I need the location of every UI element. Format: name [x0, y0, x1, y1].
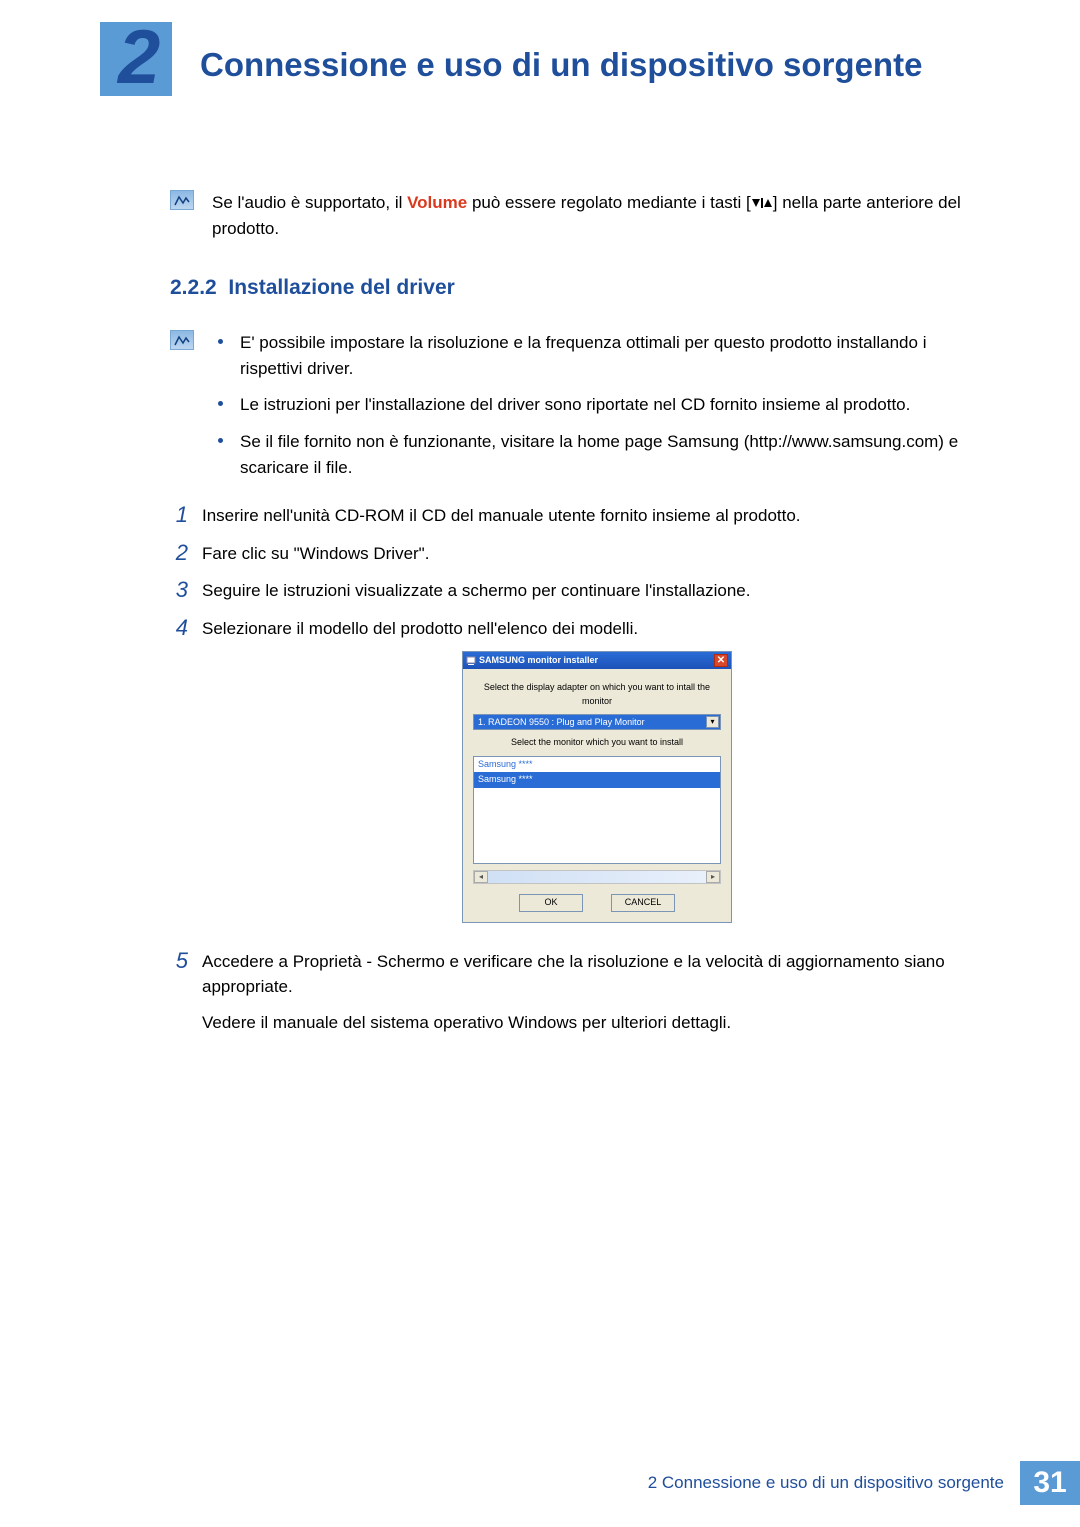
installer-title: SAMSUNG monitor installer	[479, 654, 598, 668]
note-text-mid: può essere regolato mediante i tasti [	[472, 193, 751, 212]
ok-button[interactable]: OK	[519, 894, 583, 912]
bullet-item: Se il file fornito non è funzionante, vi…	[212, 429, 992, 482]
step-number: 4	[170, 616, 188, 937]
step-body: Accedere a Proprietà - Schermo e verific…	[202, 949, 992, 1046]
dialog-buttons: OK CANCEL	[473, 894, 721, 912]
list-item-selected[interactable]: Samsung ****	[474, 772, 720, 788]
step-item: 1 Inserire nell'unità CD-ROM il CD del m…	[170, 503, 992, 529]
installer-screenshot: SAMSUNG monitor installer ✕ Select the d…	[202, 651, 992, 923]
step-number: 5	[170, 949, 188, 1046]
step-text: Inserire nell'unità CD-ROM il CD del man…	[202, 503, 992, 529]
installer-titlebar: SAMSUNG monitor installer ✕	[463, 652, 731, 669]
step-text: Seguire le istruzioni visualizzate a sch…	[202, 578, 992, 604]
installer-dialog: SAMSUNG monitor installer ✕ Select the d…	[462, 651, 732, 923]
steps-list: 1 Inserire nell'unità CD-ROM il CD del m…	[170, 503, 992, 1045]
monitor-list[interactable]: Samsung **** Samsung ****	[473, 756, 721, 864]
chapter-title: Connessione e uso di un dispositivo sorg…	[200, 46, 922, 84]
list-item[interactable]: Samsung ****	[474, 757, 720, 773]
scroll-left-icon[interactable]: ◂	[474, 871, 488, 883]
chevron-down-icon[interactable]: ▾	[706, 716, 719, 728]
step-text: Accedere a Proprietà - Schermo e verific…	[202, 949, 992, 1000]
cancel-button[interactable]: CANCEL	[611, 894, 675, 912]
app-icon	[466, 656, 476, 666]
down-up-icon	[751, 191, 773, 217]
step-body: Selezionare il modello del prodotto nell…	[202, 616, 992, 937]
page-footer: 2 Connessione e uso di un dispositivo so…	[632, 1461, 1080, 1505]
step-item: 2 Fare clic su "Windows Driver".	[170, 541, 992, 567]
step-text: Selezionare il modello del prodotto nell…	[202, 616, 992, 642]
info-bullets: E' possibile impostare la risoluzione e …	[170, 330, 992, 492]
volume-word: Volume	[407, 193, 467, 212]
bullet-item: Le istruzioni per l'installazione del dr…	[212, 392, 992, 418]
step-number: 2	[170, 541, 188, 567]
step-text: Fare clic su "Windows Driver".	[202, 541, 992, 567]
adapter-label: Select the display adapter on which you …	[473, 681, 721, 708]
section-heading: 2.2.2 Installazione del driver	[170, 276, 992, 300]
installer-body: Select the display adapter on which you …	[463, 669, 731, 922]
scroll-right-icon[interactable]: ▸	[706, 871, 720, 883]
monitor-label: Select the monitor which you want to ins…	[473, 736, 721, 750]
step-number: 3	[170, 578, 188, 604]
step-number: 1	[170, 503, 188, 529]
note-text: Se l'audio è supportato, il Volume può e…	[212, 190, 992, 242]
scroll-track[interactable]	[488, 871, 706, 883]
chapter-number: 2	[118, 14, 160, 101]
section-title: Installazione del driver	[228, 276, 454, 299]
page-number: 31	[1020, 1461, 1080, 1505]
footer-text: 2 Connessione e uso di un dispositivo so…	[632, 1461, 1020, 1505]
step-text: Vedere il manuale del sistema operativo …	[202, 1010, 992, 1036]
horizontal-scrollbar[interactable]: ◂ ▸	[473, 870, 721, 884]
bullet-list: E' possibile impostare la risoluzione e …	[212, 330, 992, 492]
page-content: Se l'audio è supportato, il Volume può e…	[170, 190, 992, 1057]
close-icon[interactable]: ✕	[714, 654, 728, 667]
note-icon	[170, 330, 194, 350]
bullet-item: E' possibile impostare la risoluzione e …	[212, 330, 992, 383]
section-number: 2.2.2	[170, 276, 217, 299]
step-item: 5 Accedere a Proprietà - Schermo e verif…	[170, 949, 992, 1046]
adapter-select[interactable]: 1. RADEON 9550 : Plug and Play Monitor ▾	[473, 714, 721, 730]
note-icon	[170, 190, 194, 210]
note-audio: Se l'audio è supportato, il Volume può e…	[170, 190, 992, 242]
adapter-value: 1. RADEON 9550 : Plug and Play Monitor	[478, 716, 645, 730]
note-text-pre: Se l'audio è supportato, il	[212, 193, 407, 212]
step-item: 4 Selezionare il modello del prodotto ne…	[170, 616, 992, 937]
step-item: 3 Seguire le istruzioni visualizzate a s…	[170, 578, 992, 604]
